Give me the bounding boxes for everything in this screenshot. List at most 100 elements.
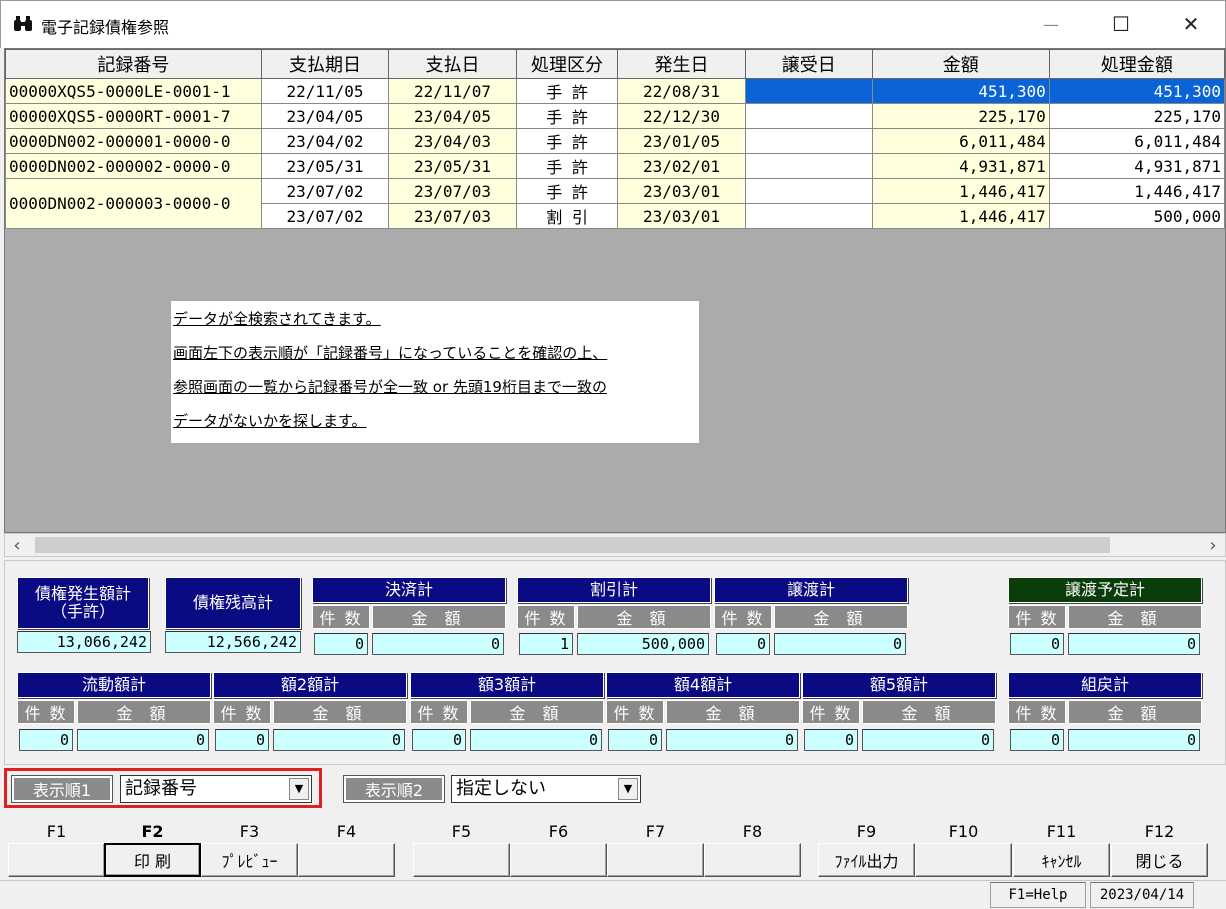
flow-amount-label: 金 額 [77, 700, 211, 724]
cell-pay-date[interactable]: 23/04/05 [388, 103, 517, 129]
f10-button[interactable] [915, 843, 1012, 877]
col-header-due-date[interactable]: 支払期日 [260, 49, 390, 79]
f5-button[interactable] [413, 843, 510, 877]
cell-issue-date[interactable]: 23/01/05 [617, 128, 746, 154]
cell-record-no[interactable]: 00000XQS5-0000RT-0001-7 [5, 103, 262, 129]
cancel-button[interactable]: ｷｬﾝｾﾙ [1013, 843, 1110, 877]
cell-process-kind[interactable]: 手 許 [515, 178, 619, 204]
settled-amount-value: 0 [372, 633, 504, 655]
cell-receive-date[interactable] [744, 103, 873, 129]
maximize-button[interactable]: ☐ [1086, 1, 1156, 47]
settled-count-label: 件 数 [312, 605, 370, 629]
cell-issue-date[interactable]: 23/03/01 [617, 178, 746, 204]
cell-pay-date[interactable]: 23/07/03 [388, 178, 517, 204]
cell-processed-amount[interactable]: 500,000 [1048, 203, 1225, 229]
f8-button[interactable] [704, 843, 801, 877]
f1-key-label: F1 [46, 822, 67, 841]
cell-process-kind[interactable]: 割 引 [515, 203, 619, 229]
cell-amount[interactable]: 4,931,871 [871, 153, 1050, 179]
discount-total-header: 割引計 [517, 577, 711, 603]
table-row[interactable]: 00000XQS5-0000RT-0001-7 23/04/05 23/04/0… [5, 103, 1225, 129]
sort2-select[interactable]: 指定しない ▼ [451, 775, 641, 803]
cell-processed-amount[interactable]: 451,300 [1048, 78, 1225, 104]
table-row[interactable]: 00000XQS5-0000LE-0001-1 22/11/05 22/11/0… [5, 78, 1225, 104]
f6-button[interactable] [510, 843, 607, 877]
cell-record-no[interactable]: 0000DN002-000003-0000-0 [5, 178, 262, 229]
cell-due-date[interactable]: 23/04/05 [260, 103, 390, 129]
cell-amount[interactable]: 1,446,417 [871, 178, 1050, 204]
sort1-select[interactable]: 記録番号 ▼ [120, 775, 312, 803]
scroll-right-icon[interactable]: › [1201, 534, 1225, 556]
col-header-receive-date[interactable]: 譲受日 [744, 49, 873, 79]
chevron-down-icon[interactable]: ▼ [618, 778, 638, 800]
col-header-record-no[interactable]: 記録番号 [5, 49, 262, 79]
k2-amount-value: 0 [273, 729, 405, 751]
scroll-thumb[interactable] [35, 537, 1110, 553]
cell-amount[interactable]: 1,446,417 [871, 203, 1050, 229]
cell-processed-amount[interactable]: 4,931,871 [1048, 153, 1225, 179]
cell-due-date[interactable]: 23/04/02 [260, 128, 390, 154]
cell-processed-amount[interactable]: 6,011,484 [1048, 128, 1225, 154]
print-button[interactable]: 印 刷 [104, 843, 201, 877]
kumimodoshi-count-value: 0 [1010, 729, 1064, 751]
table-row[interactable]: 0000DN002-000002-0000-0 23/05/31 23/05/3… [5, 153, 1225, 179]
cell-pay-date[interactable]: 22/11/07 [388, 78, 517, 104]
cell-issue-date[interactable]: 22/12/30 [617, 103, 746, 129]
cell-amount[interactable]: 451,300 [871, 78, 1050, 104]
col-header-processed-amount[interactable]: 処理金額 [1048, 49, 1225, 79]
cell-process-kind[interactable]: 手 許 [515, 78, 619, 104]
cell-amount[interactable]: 225,170 [871, 103, 1050, 129]
cell-issue-date[interactable]: 23/02/01 [617, 153, 746, 179]
annotation-note: データが全検索されてきます。 画面左下の表示順が「記録番号」になっていることを確… [171, 301, 699, 443]
minimize-button[interactable]: — [1016, 1, 1086, 47]
f7-key-label: F7 [645, 822, 666, 841]
f1-button[interactable] [8, 843, 105, 877]
col-header-pay-date[interactable]: 支払日 [388, 49, 517, 79]
col-header-issue-date[interactable]: 発生日 [617, 49, 746, 79]
f4-button[interactable] [298, 843, 395, 877]
table-row[interactable]: 0000DN002-000003-0000-0 23/07/02 23/07/0… [5, 178, 1225, 229]
cell-processed-amount[interactable]: 1,446,417 [1048, 178, 1225, 204]
cell-process-kind[interactable]: 手 許 [515, 103, 619, 129]
close-window-button[interactable]: 閉じる [1111, 843, 1208, 877]
settled-count-value: 0 [314, 633, 368, 655]
cell-due-date[interactable]: 23/07/02 [260, 178, 390, 204]
horizontal-scrollbar[interactable]: ‹ › [4, 533, 1226, 557]
cell-record-no[interactable]: 00000XQS5-0000LE-0001-1 [5, 78, 262, 104]
cell-record-no[interactable]: 0000DN002-000001-0000-0 [5, 128, 262, 154]
f6-key-label: F6 [548, 822, 569, 841]
record-grid[interactable]: 記録番号 支払期日 支払日 処理区分 発生日 譲受日 金額 処理金額 00000… [4, 48, 1226, 533]
cell-due-date[interactable]: 23/07/02 [260, 203, 390, 229]
cell-amount[interactable]: 6,011,484 [871, 128, 1050, 154]
cell-due-date[interactable]: 22/11/05 [260, 78, 390, 104]
preview-button[interactable]: ﾌﾟﾚﾋﾞｭｰ [201, 843, 298, 877]
cell-pay-date[interactable]: 23/04/03 [388, 128, 517, 154]
cell-process-kind[interactable]: 手 許 [515, 153, 619, 179]
cell-receive-date[interactable] [744, 153, 873, 179]
cell-due-date[interactable]: 23/05/31 [260, 153, 390, 179]
cell-receive-date[interactable] [744, 128, 873, 154]
k5-count-label: 件 数 [802, 700, 860, 724]
cell-process-kind[interactable]: 手 許 [515, 128, 619, 154]
cell-processed-amount[interactable]: 225,170 [1048, 103, 1225, 129]
cell-record-no[interactable]: 0000DN002-000002-0000-0 [5, 153, 262, 179]
cell-issue-date[interactable]: 22/08/31 [617, 78, 746, 104]
f7-button[interactable] [607, 843, 704, 877]
chevron-down-icon[interactable]: ▼ [289, 778, 309, 800]
close-button[interactable]: ✕ [1156, 1, 1226, 47]
f10-key-label: F10 [948, 822, 979, 841]
issued-total-value: 13,066,242 [17, 631, 151, 653]
file-output-button[interactable]: ﾌｧｲﾙ出力 [818, 843, 915, 877]
k2-count-label: 件 数 [213, 700, 271, 724]
cell-receive-date[interactable] [744, 78, 873, 104]
cell-pay-date[interactable]: 23/07/03 [388, 203, 517, 229]
col-header-process-kind[interactable]: 処理区分 [515, 49, 619, 79]
cell-issue-date[interactable]: 23/03/01 [617, 203, 746, 229]
cell-receive-date[interactable] [744, 203, 873, 229]
col-header-amount[interactable]: 金額 [871, 49, 1050, 79]
status-bar: F1=Help 2023/04/14 [0, 880, 1226, 909]
table-row[interactable]: 0000DN002-000001-0000-0 23/04/02 23/04/0… [5, 128, 1225, 154]
cell-pay-date[interactable]: 23/05/31 [388, 153, 517, 179]
cell-receive-date[interactable] [744, 178, 873, 204]
scroll-left-icon[interactable]: ‹ [5, 534, 29, 556]
